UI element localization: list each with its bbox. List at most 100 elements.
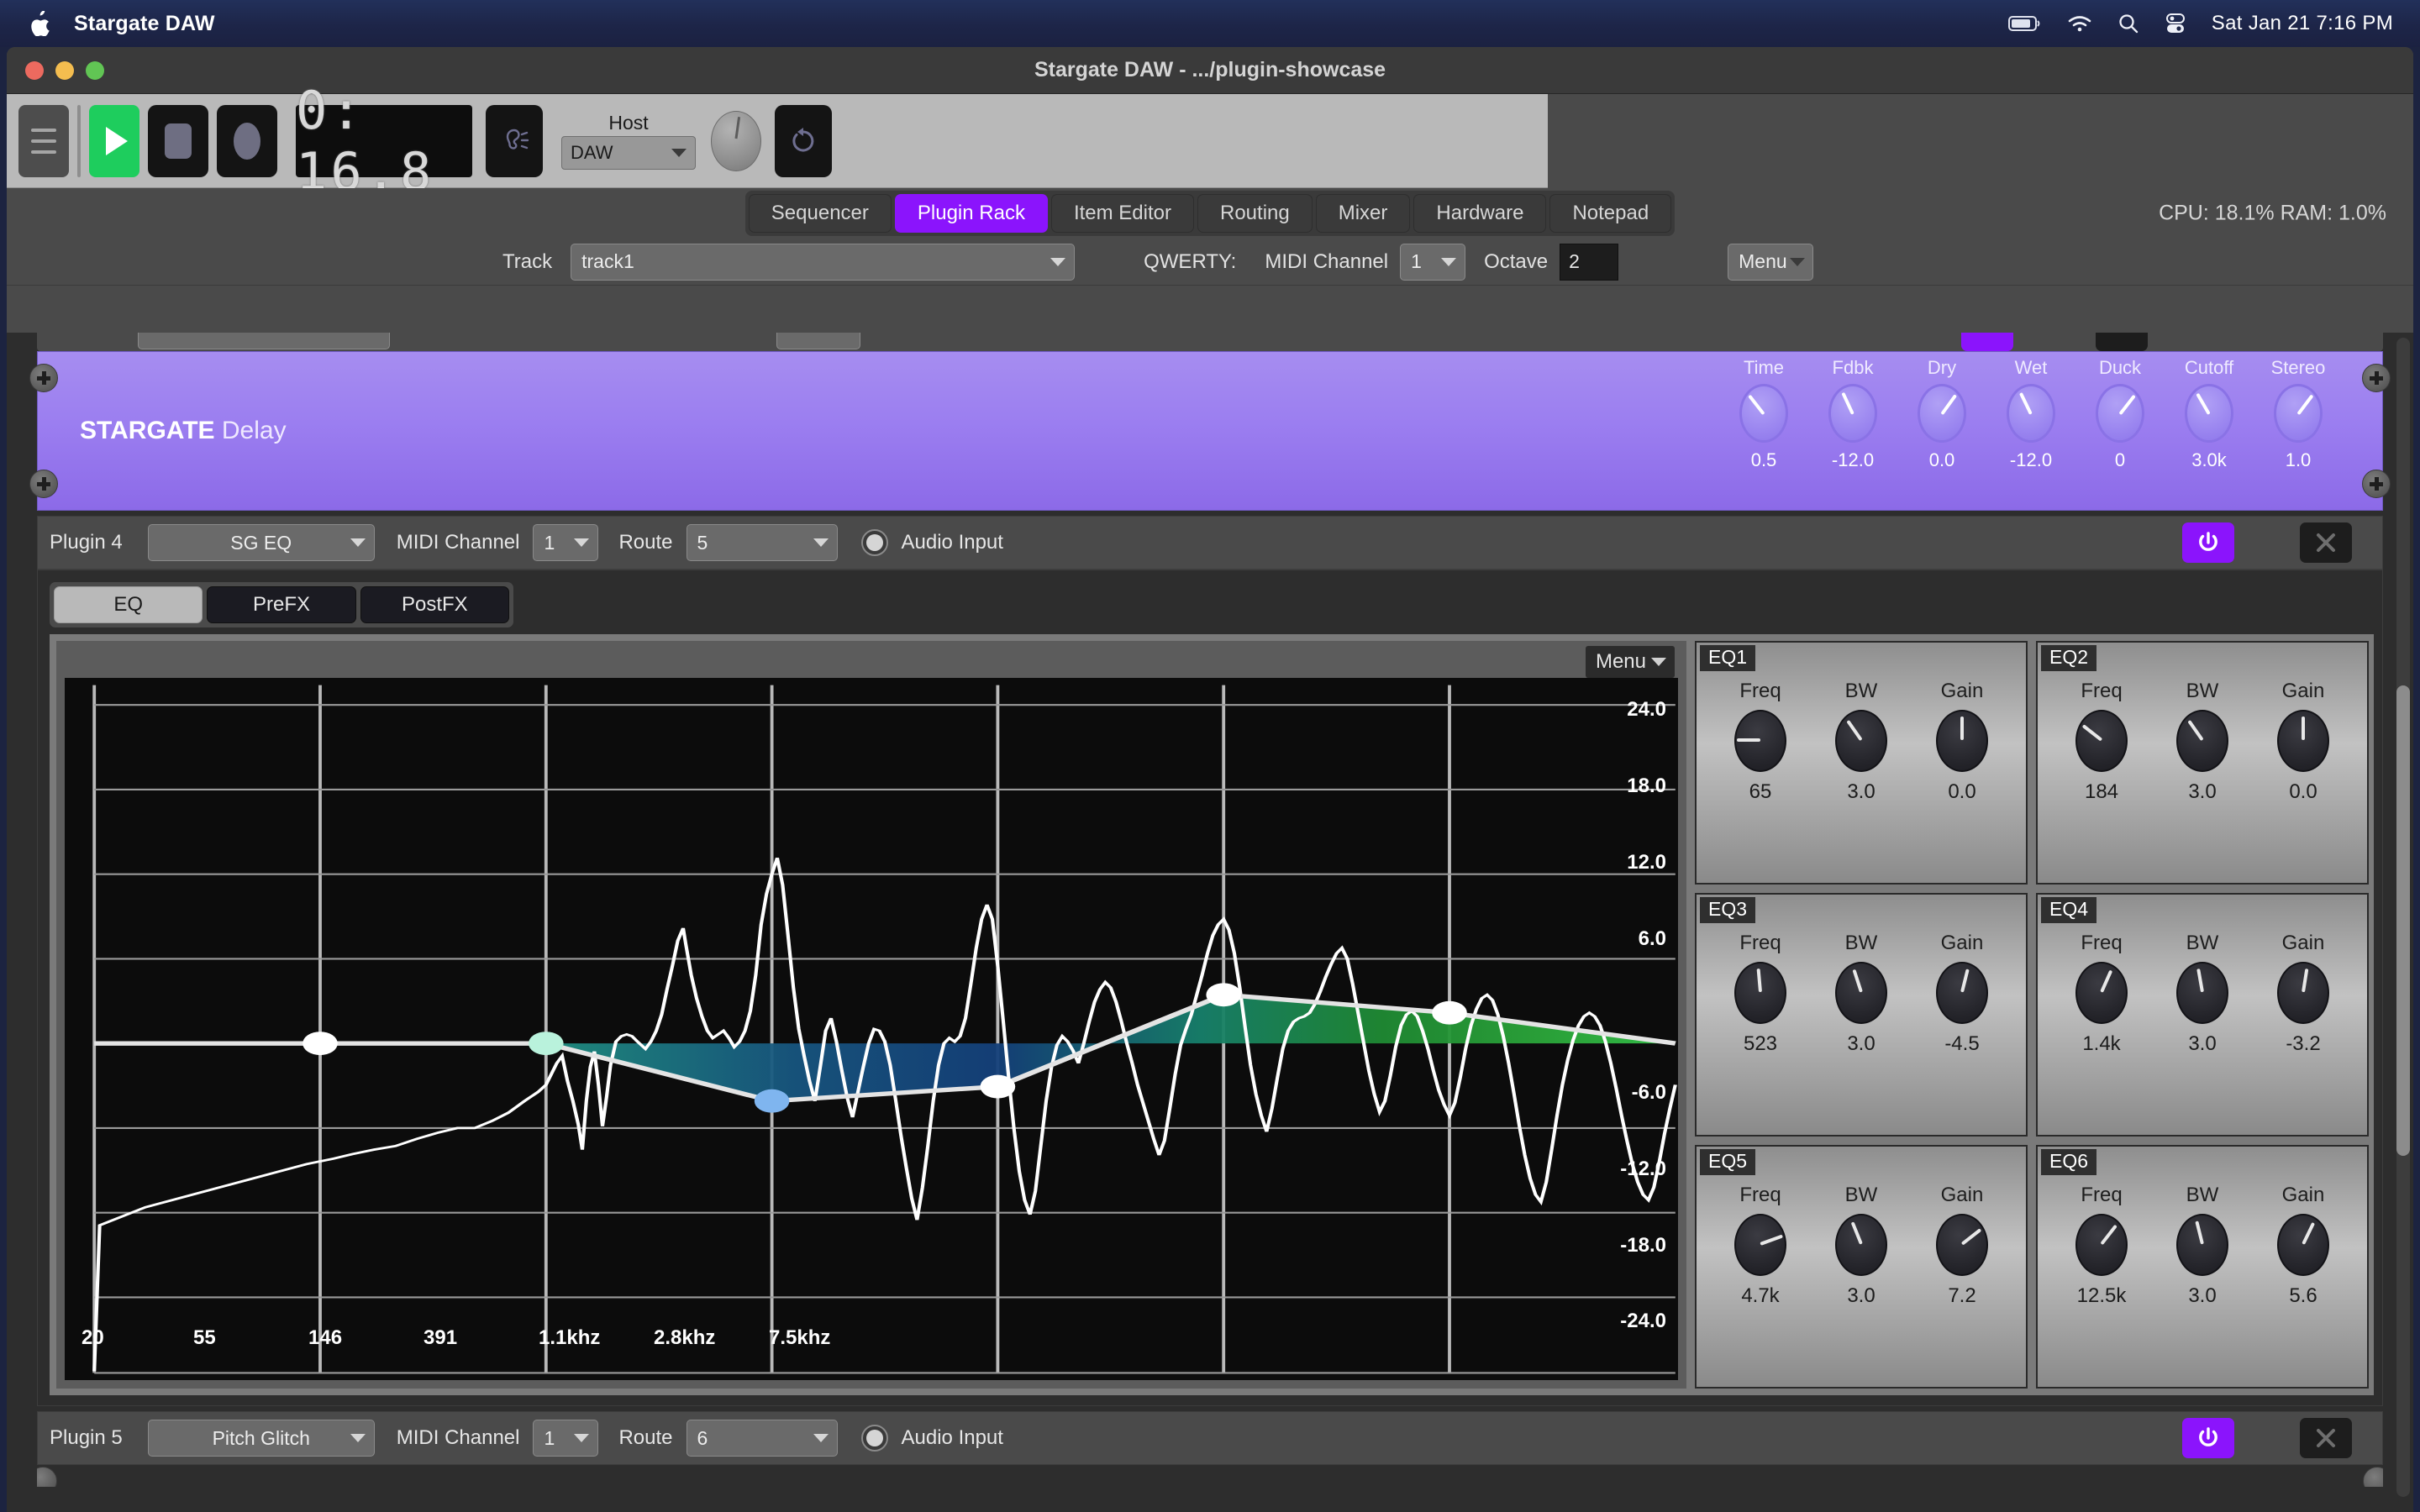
eq-graph-menu-button[interactable]: Menu [1586, 646, 1675, 678]
tab-routing[interactable]: Routing [1197, 194, 1313, 233]
wifi-icon[interactable] [2067, 14, 2092, 33]
delay-add-node-bottom-right[interactable] [2362, 470, 2391, 498]
eq6-bw-knob[interactable]: BW 3.0 [2152, 1184, 2253, 1308]
octave-input[interactable]: 2 [1560, 244, 1618, 281]
delay-knob-stereo[interactable]: Stereo 1.0 [2254, 357, 2342, 471]
eq-subtab-eq[interactable]: EQ [54, 586, 203, 623]
apple-logo-icon[interactable] [29, 11, 50, 36]
eq4-freq-knob[interactable]: Freq 1.4k [2051, 932, 2152, 1056]
hamburger-menu-icon[interactable] [18, 105, 69, 177]
eq2-freq-knob[interactable]: Freq 184 [2051, 680, 2152, 804]
plugin-rack: STARGATE Delay Time 0.5 Fdbk -12.0 Dry [7, 333, 2413, 1512]
add-node-bottom-left[interactable] [37, 1467, 57, 1487]
eq3-gain-knob[interactable]: Gain -4.5 [1912, 932, 2012, 1056]
cpu-ram-status: CPU: 18.1% RAM: 1.0% [2159, 202, 2386, 226]
plugin4-midi-channel-select[interactable]: 1 [533, 524, 598, 561]
eq2-gain-knob[interactable]: Gain 0.0 [2253, 680, 2354, 804]
delay-knob-wet[interactable]: Wet -12.0 [1987, 357, 2075, 471]
plugin5-power-button[interactable] [2182, 1418, 2234, 1458]
search-icon[interactable] [2118, 13, 2139, 34]
tab-notepad[interactable]: Notepad [1549, 194, 1671, 233]
delay-knob-time[interactable]: Time 0.5 [1720, 357, 1807, 471]
track-menu-button[interactable]: Menu [1728, 244, 1813, 281]
plugin4-route-value: 5 [697, 532, 708, 554]
delay-add-node-top-right[interactable] [2362, 364, 2391, 392]
control-center-icon[interactable] [2165, 13, 2186, 34]
knob-label: Gain [1941, 932, 1984, 955]
plugin5-name-select[interactable]: Pitch Glitch [148, 1420, 375, 1457]
eq2-bw-knob[interactable]: BW 3.0 [2152, 680, 2253, 804]
eq5-bw-knob[interactable]: BW 3.0 [1811, 1184, 1912, 1308]
monitor-listen-button[interactable] [486, 105, 543, 177]
knob-dial [1936, 710, 1988, 772]
knob-label: Freq [2081, 932, 2122, 955]
knob-dial [2277, 1214, 2329, 1276]
close-button-partial[interactable] [2096, 333, 2148, 351]
delay-knob-cutoff[interactable]: Cutoff 3.0k [2165, 357, 2253, 471]
plugin5-route-select[interactable]: 6 [687, 1420, 838, 1457]
delay-knob-fdbk[interactable]: Fdbk -12.0 [1809, 357, 1897, 471]
plugin5-close-button[interactable] [2300, 1418, 2352, 1458]
graph-ytick-4: -6.0 [1632, 1081, 1666, 1105]
delay-add-node-bottom-left[interactable] [29, 470, 58, 498]
eq1-gain-knob[interactable]: Gain 0.0 [1912, 680, 2012, 804]
delay-knob-dry[interactable]: Dry 0.0 [1898, 357, 1986, 471]
eq4-bw-knob[interactable]: BW 3.0 [2152, 932, 2253, 1056]
minimize-window-button[interactable] [55, 61, 74, 80]
tab-plugin-rack[interactable]: Plugin Rack [895, 194, 1048, 233]
track-select[interactable]: track1 [571, 244, 1075, 281]
menubar-clock[interactable]: Sat Jan 21 7:16 PM [2212, 12, 2393, 35]
battery-icon[interactable] [2008, 15, 2042, 32]
delay-add-node-top-left[interactable] [29, 364, 58, 392]
eq3-freq-knob[interactable]: Freq 523 [1710, 932, 1811, 1056]
host-select[interactable]: DAW [561, 136, 696, 170]
loop-icon [786, 124, 820, 158]
eq1-bw-knob[interactable]: BW 3.0 [1811, 680, 1912, 804]
stop-button[interactable] [148, 105, 208, 177]
plugin5-midi-channel-label: MIDI Channel [397, 1426, 520, 1450]
maximize-window-button[interactable] [86, 61, 104, 80]
knob-value: -3.2 [2286, 1032, 2320, 1056]
plugin5-audio-input-radio[interactable] [861, 1425, 888, 1452]
close-window-button[interactable] [25, 61, 44, 80]
eq-band-panel-6: EQ6 Freq 12.5k BW 3.0 [2036, 1145, 2369, 1389]
graph-xtick-3: 391 [424, 1326, 457, 1350]
plugin4-name-select[interactable]: SG EQ [148, 524, 375, 561]
spectrum-analyzer-trace [94, 858, 1676, 1371]
play-button[interactable] [89, 105, 139, 177]
tab-hardware[interactable]: Hardware [1413, 194, 1546, 233]
loop-toggle-button[interactable] [775, 105, 832, 177]
delay-knob-duck[interactable]: Duck 0 [2076, 357, 2164, 471]
record-button[interactable] [217, 105, 277, 177]
plugin4-audio-input-radio[interactable] [861, 529, 888, 556]
plugin-name-combo-partial[interactable] [138, 333, 390, 349]
route-combo-partial[interactable] [776, 333, 860, 349]
plugin4-close-button[interactable] [2300, 522, 2352, 563]
eq3-bw-knob[interactable]: BW 3.0 [1811, 932, 1912, 1056]
tab-item-editor[interactable]: Item Editor [1051, 194, 1194, 233]
add-node-bottom-right[interactable] [2363, 1467, 2383, 1487]
power-button-partial[interactable] [1961, 333, 2013, 351]
eq1-freq-knob[interactable]: Freq 65 [1710, 680, 1811, 804]
eq4-gain-knob[interactable]: Gain -3.2 [2253, 932, 2354, 1056]
plugin4-route-select[interactable]: 5 [687, 524, 838, 561]
plugin4-power-button[interactable] [2182, 522, 2234, 563]
chevron-down-icon [671, 149, 687, 157]
tab-sequencer[interactable]: Sequencer [749, 194, 892, 233]
eq6-freq-knob[interactable]: Freq 12.5k [2051, 1184, 2152, 1308]
qwerty-midi-channel-select[interactable]: 1 [1400, 244, 1465, 281]
eq-subtab-prefx[interactable]: PreFX [207, 586, 355, 623]
transport-time-display[interactable]: 0: 16.8 [296, 105, 472, 177]
graph-ytick-5: -12.0 [1620, 1158, 1666, 1181]
rack-scrollbar-thumb[interactable] [2396, 685, 2410, 1156]
eq5-freq-knob[interactable]: Freq 4.7k [1710, 1184, 1811, 1308]
knob-value: -12.0 [2010, 449, 2052, 471]
plugin5-midi-channel-select[interactable]: 1 [533, 1420, 598, 1457]
knob-dial [1835, 1214, 1887, 1276]
eq6-gain-knob[interactable]: Gain 5.6 [2253, 1184, 2354, 1308]
transport-tempo-knob[interactable] [711, 111, 761, 171]
tab-mixer[interactable]: Mixer [1316, 194, 1411, 233]
eq-subtab-postfx[interactable]: PostFX [360, 586, 509, 623]
eq-response-graph[interactable]: 20 55 146 391 1.1khz 2.8khz 7.5khz 24.0 … [65, 678, 1678, 1380]
eq5-gain-knob[interactable]: Gain 7.2 [1912, 1184, 2012, 1308]
